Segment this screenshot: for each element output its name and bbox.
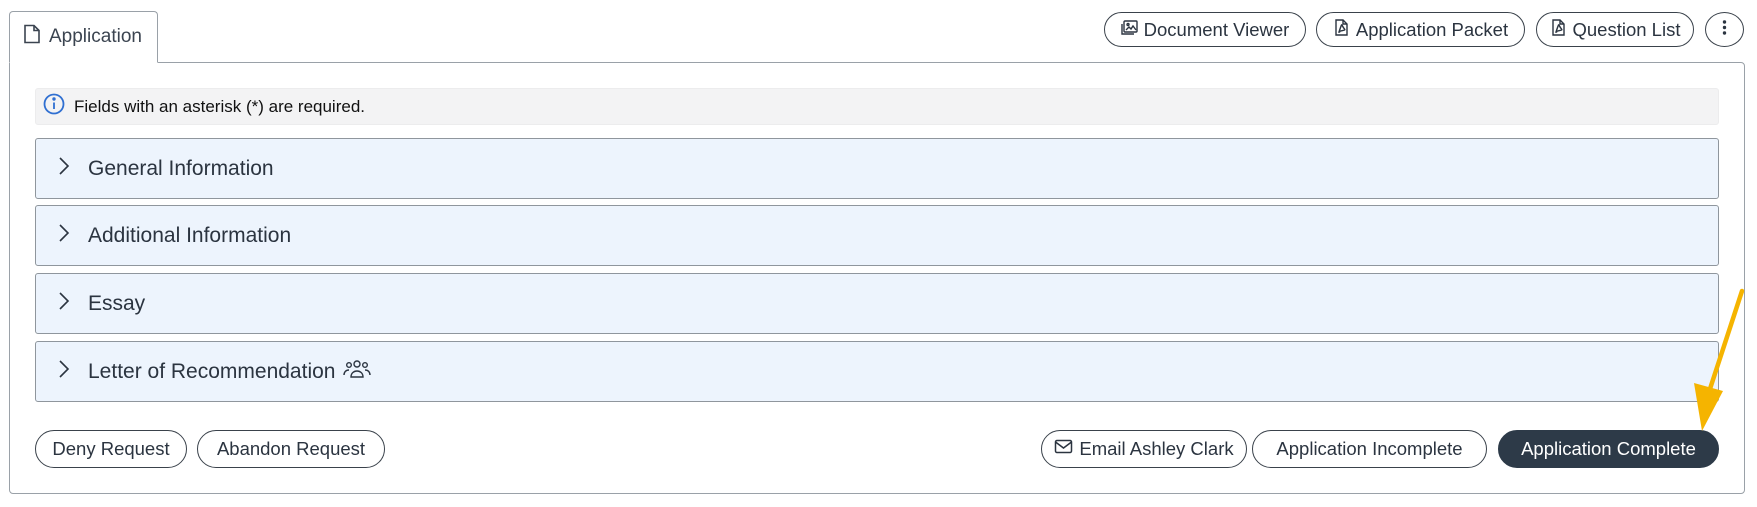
section-general-information[interactable]: General Information xyxy=(35,138,1719,199)
email-applicant-label: Email Ashley Clark xyxy=(1079,438,1234,459)
image-gallery-icon xyxy=(1120,19,1138,41)
application-complete-button[interactable]: Application Complete xyxy=(1498,430,1719,468)
document-viewer-label: Document Viewer xyxy=(1143,18,1290,40)
chevron-right-icon xyxy=(58,223,70,249)
tab-application[interactable]: Application xyxy=(9,11,158,63)
section-label: Essay xyxy=(88,291,146,315)
pdf-file-icon xyxy=(1333,18,1350,41)
section-essay[interactable]: Essay xyxy=(35,273,1719,334)
tab-label: Application xyxy=(49,26,142,47)
document-viewer-button[interactable]: Document Viewer xyxy=(1104,12,1306,47)
section-label: Additional Information xyxy=(88,223,292,247)
top-toolbar: Document Viewer Application Packet Quest… xyxy=(0,12,1757,48)
section-label: General Information xyxy=(88,156,274,180)
section-letter-of-recommendation[interactable]: Letter of Recommendation xyxy=(35,341,1719,402)
vertical-ellipsis-icon xyxy=(1716,19,1733,41)
application-panel: Fields with an asterisk (*) are required… xyxy=(9,62,1745,494)
abandon-request-button[interactable]: Abandon Request xyxy=(197,430,385,468)
more-options-button[interactable] xyxy=(1705,12,1744,47)
question-list-label: Question List xyxy=(1572,18,1681,40)
people-group-icon xyxy=(343,358,372,386)
deny-request-button[interactable]: Deny Request xyxy=(35,430,187,468)
envelope-icon xyxy=(1054,438,1073,460)
application-packet-label: Application Packet xyxy=(1355,18,1509,40)
section-label: Letter of Recommendation xyxy=(88,359,336,383)
chevron-right-icon xyxy=(58,291,70,317)
section-additional-information[interactable]: Additional Information xyxy=(35,205,1719,266)
application-page: Application Document Viewer Application … xyxy=(0,0,1757,507)
email-applicant-button[interactable]: Email Ashley Clark xyxy=(1041,430,1247,468)
info-icon xyxy=(43,93,65,120)
notice-text: Fields with an asterisk (*) are required… xyxy=(74,96,366,116)
application-packet-button[interactable]: Application Packet xyxy=(1316,12,1525,47)
required-fields-notice: Fields with an asterisk (*) are required… xyxy=(35,88,1719,125)
application-incomplete-button[interactable]: Application Incomplete xyxy=(1252,430,1487,468)
question-list-button[interactable]: Question List xyxy=(1536,12,1694,47)
file-icon xyxy=(23,24,41,50)
chevron-right-icon xyxy=(58,359,70,385)
chevron-right-icon xyxy=(58,156,70,182)
pdf-file-icon xyxy=(1550,18,1567,41)
